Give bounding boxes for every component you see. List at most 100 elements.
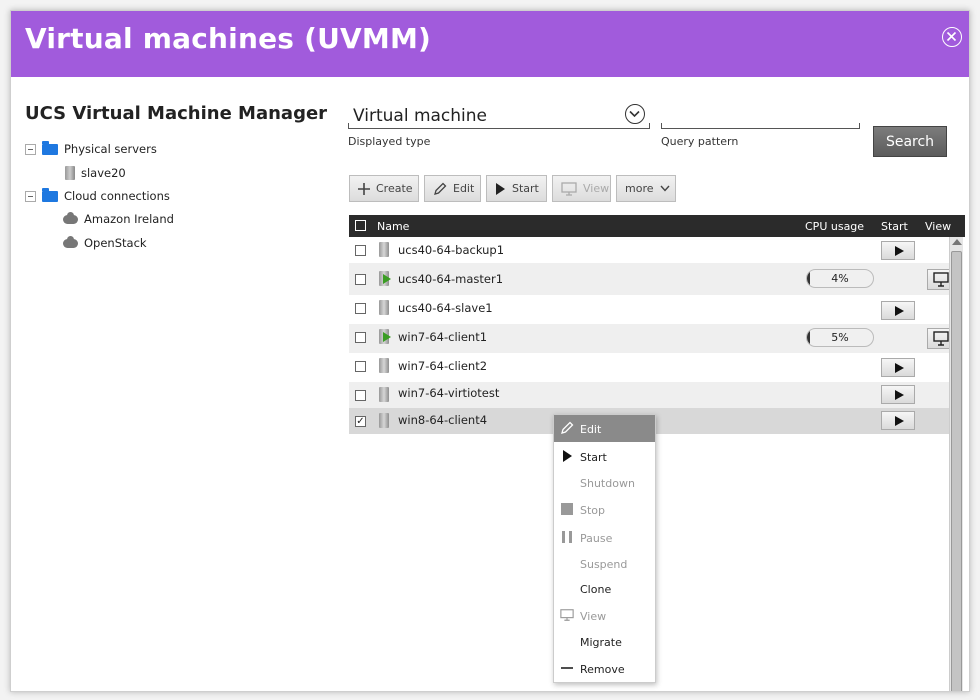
tree-item-label: OpenStack bbox=[84, 236, 147, 250]
menu-item-label: Stop bbox=[580, 504, 606, 517]
row-checkbox[interactable] bbox=[355, 361, 366, 372]
table-row[interactable]: ucs40-64-backup1 bbox=[349, 237, 949, 263]
tree-item-amazon-ireland[interactable]: Amazon Ireland bbox=[63, 209, 174, 229]
menu-item-label: Migrate bbox=[580, 636, 622, 649]
close-icon bbox=[946, 31, 957, 42]
create-button[interactable]: Create bbox=[349, 175, 419, 202]
title-bar: Virtual machines (UVMM) bbox=[11, 11, 969, 77]
minus-icon bbox=[561, 667, 573, 669]
menu-item-view[interactable]: View bbox=[554, 602, 655, 629]
row-start-button[interactable] bbox=[881, 411, 915, 430]
tree-item-label: Physical servers bbox=[64, 142, 157, 156]
query-pattern-label: Query pattern bbox=[661, 135, 739, 148]
monitor-icon bbox=[560, 609, 574, 621]
tree-item-label: Cloud connections bbox=[64, 189, 170, 203]
folder-icon bbox=[42, 140, 58, 155]
scroll-thumb[interactable] bbox=[951, 251, 962, 691]
menu-item-edit[interactable]: Edit bbox=[554, 415, 655, 442]
stop-icon bbox=[561, 503, 573, 515]
menu-item-label: Pause bbox=[580, 532, 613, 545]
menu-item-label: View bbox=[580, 610, 607, 623]
tree-item-label: Amazon Ireland bbox=[84, 212, 174, 226]
table-row[interactable]: ucs40-64-master1 4% bbox=[349, 263, 955, 295]
tree-item-cloud-connections[interactable]: Cloud connections bbox=[25, 186, 170, 206]
column-header-start: Start bbox=[881, 220, 908, 233]
row-checkbox[interactable] bbox=[355, 390, 366, 401]
menu-item-stop[interactable]: Stop bbox=[554, 496, 655, 523]
pause-icon bbox=[562, 531, 572, 543]
row-start-button[interactable] bbox=[881, 241, 915, 260]
menu-item-shutdown[interactable]: Shutdown bbox=[554, 469, 655, 496]
tree-item-slave20[interactable]: slave20 bbox=[65, 163, 126, 183]
cpu-usage-bar: 4% bbox=[806, 269, 874, 288]
query-pattern-input[interactable]: Query pattern bbox=[661, 103, 860, 149]
menu-item-clone[interactable]: Clone bbox=[554, 575, 655, 602]
cpu-usage-fill bbox=[807, 329, 811, 346]
vm-name: ucs40-64-backup1 bbox=[398, 243, 505, 257]
more-button[interactable]: more bbox=[616, 175, 676, 202]
window-title: Virtual machines (UVMM) bbox=[25, 22, 432, 55]
pencil-icon bbox=[434, 182, 447, 195]
monitor-icon bbox=[561, 181, 577, 196]
more-label: more bbox=[625, 182, 654, 195]
edit-button[interactable]: Edit bbox=[424, 175, 481, 202]
row-checkbox-checked[interactable]: ✓ bbox=[355, 416, 366, 427]
table-row[interactable]: win7-64-client2 bbox=[349, 353, 949, 382]
collapse-icon[interactable] bbox=[25, 143, 36, 155]
menu-item-remove[interactable]: Remove bbox=[554, 655, 655, 682]
close-button[interactable] bbox=[942, 27, 962, 47]
create-label: Create bbox=[376, 182, 413, 195]
row-checkbox[interactable] bbox=[355, 245, 366, 256]
menu-item-label: Shutdown bbox=[580, 477, 635, 490]
row-checkbox[interactable] bbox=[355, 332, 366, 343]
menu-item-pause[interactable]: Pause bbox=[554, 524, 655, 551]
row-checkbox[interactable] bbox=[355, 303, 366, 314]
vm-name: win7-64-client1 bbox=[398, 330, 488, 344]
tree-item-physical-servers[interactable]: Physical servers bbox=[25, 139, 157, 159]
vm-stopped-icon bbox=[379, 387, 389, 402]
table-row[interactable]: win7-64-virtiotest bbox=[349, 382, 949, 408]
tree-item-label: slave20 bbox=[81, 166, 126, 180]
menu-item-suspend[interactable]: Suspend bbox=[554, 550, 655, 577]
vm-stopped-icon bbox=[379, 358, 389, 373]
menu-item-migrate[interactable]: Migrate bbox=[554, 628, 655, 655]
folder-icon bbox=[42, 187, 58, 202]
collapse-icon[interactable] bbox=[25, 190, 36, 202]
play-icon bbox=[563, 450, 572, 462]
cpu-usage-bar: 5% bbox=[806, 328, 874, 347]
left-panel-title: UCS Virtual Machine Manager bbox=[25, 103, 328, 124]
view-label: View bbox=[583, 182, 610, 195]
column-header-name[interactable]: Name bbox=[377, 220, 409, 233]
cpu-usage-fill bbox=[807, 270, 810, 287]
row-start-button[interactable] bbox=[881, 358, 915, 377]
scroll-up-icon[interactable] bbox=[952, 239, 962, 245]
edit-label: Edit bbox=[453, 182, 475, 195]
vm-name: ucs40-64-master1 bbox=[398, 272, 504, 286]
chevron-down-icon[interactable] bbox=[625, 104, 645, 124]
view-button[interactable]: View bbox=[552, 175, 611, 202]
table-row[interactable]: win7-64-client1 5% bbox=[349, 324, 955, 353]
column-header-cpu[interactable]: CPU usage bbox=[805, 220, 864, 233]
grid-scrollbar[interactable] bbox=[949, 237, 963, 691]
pencil-icon bbox=[561, 421, 574, 434]
displayed-type-select[interactable]: Virtual machine Displayed type bbox=[348, 103, 650, 149]
search-button[interactable]: Search bbox=[873, 126, 947, 157]
start-button[interactable]: Start bbox=[486, 175, 547, 202]
server-icon bbox=[65, 166, 75, 180]
select-all-checkbox[interactable] bbox=[355, 220, 366, 231]
cloud-icon bbox=[63, 211, 78, 224]
uvmm-window: Virtual machines (UVMM) UCS Virtual Mach… bbox=[10, 10, 970, 692]
vm-name: win7-64-virtiotest bbox=[398, 386, 500, 400]
table-row[interactable]: ucs40-64-slave1 bbox=[349, 295, 949, 324]
row-start-button[interactable] bbox=[881, 385, 915, 404]
row-checkbox[interactable] bbox=[355, 274, 366, 285]
menu-item-label: Start bbox=[580, 451, 607, 464]
tree-item-openstack[interactable]: OpenStack bbox=[63, 233, 147, 253]
menu-item-start[interactable]: Start bbox=[554, 443, 655, 470]
vm-stopped-icon bbox=[379, 242, 389, 257]
vm-running-icon bbox=[379, 271, 391, 286]
menu-item-label: Suspend bbox=[580, 558, 628, 571]
grid-header: Name CPU usage Start View bbox=[349, 215, 965, 237]
row-start-button[interactable] bbox=[881, 301, 915, 320]
context-menu: Edit Start Shutdown Stop Pause Suspend C… bbox=[553, 414, 656, 683]
